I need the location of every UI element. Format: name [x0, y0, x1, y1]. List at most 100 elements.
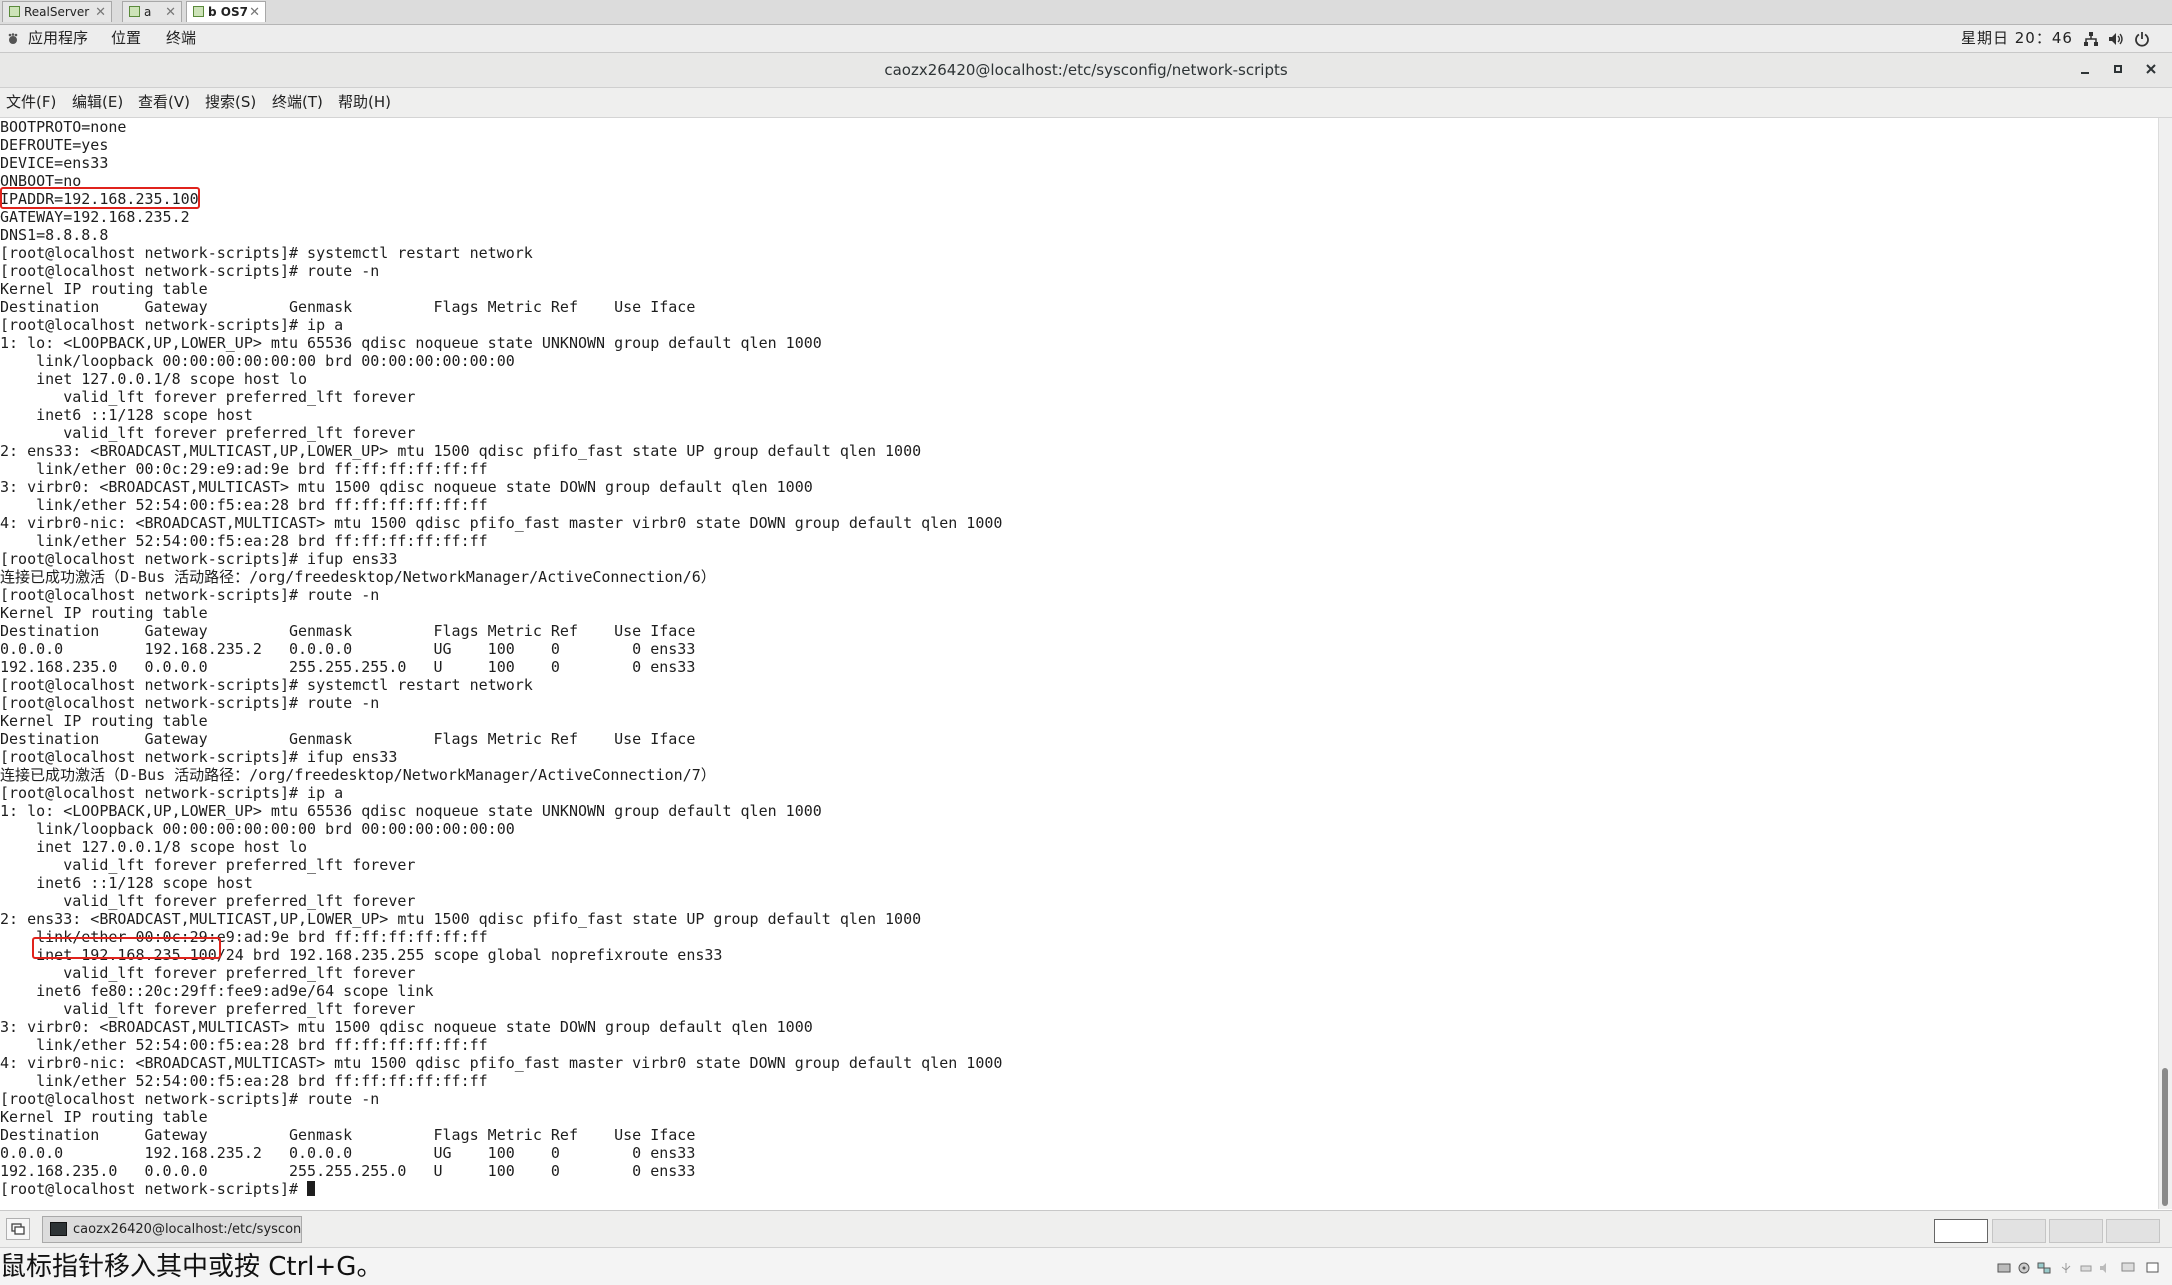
terminal-line: valid_lft forever preferred_lft forever	[0, 964, 416, 982]
terminal-line: Kernel IP routing table	[0, 280, 208, 298]
windows-icon	[11, 1223, 25, 1235]
applications-menu[interactable]: 应用程序	[28, 25, 88, 52]
vm-tab-bar: RealServer ✕ a ✕ b OS7 ✕	[0, 0, 2172, 25]
printer-icon[interactable]	[2079, 1262, 2093, 1274]
vm-tab-label: a	[144, 5, 152, 19]
workspace-2[interactable]	[1992, 1219, 2046, 1243]
close-icon[interactable]: ✕	[165, 2, 176, 22]
vm-icon	[9, 6, 20, 17]
terminal-icon	[50, 1222, 67, 1236]
taskbar-window-label: caozx26420@localhost:/etc/syscon…	[73, 1222, 302, 1237]
terminal-line: Destination Gateway Genmask Flags Metric…	[0, 298, 696, 316]
close-icon[interactable]: ✕	[95, 2, 106, 22]
terminal-line: BOOTPROTO=none	[0, 118, 127, 136]
volume-icon[interactable]	[2108, 31, 2124, 47]
terminal-line: [root@localhost network-scripts]# route …	[0, 694, 380, 712]
scrollbar-thumb[interactable]	[2162, 1068, 2168, 1206]
sound-card-icon[interactable]	[2099, 1262, 2113, 1274]
menu-edit[interactable]: 编辑(E)	[72, 88, 123, 117]
terminal-line: Destination Gateway Genmask Flags Metric…	[0, 622, 696, 640]
terminal-line: Destination Gateway Genmask Flags Metric…	[0, 1126, 696, 1144]
terminal-line: [root@localhost network-scripts]# system…	[0, 676, 533, 694]
menu-search[interactable]: 搜索(S)	[205, 88, 256, 117]
bottom-taskbar: caozx26420@localhost:/etc/syscon…	[0, 1210, 2172, 1247]
terminal-line: Kernel IP routing table	[0, 712, 208, 730]
hard-disk-icon[interactable]	[1997, 1262, 2011, 1274]
gnome-foot-icon	[8, 33, 18, 44]
terminal-line: Destination Gateway Genmask Flags Metric…	[0, 730, 696, 748]
terminal-line: DNS1=8.8.8.8	[0, 226, 109, 244]
terminal-line: valid_lft forever preferred_lft forever	[0, 388, 416, 406]
terminal-line: link/ether 52:54:00:f5:ea:28 brd ff:ff:f…	[0, 496, 488, 514]
vm-tab-a[interactable]: a ✕	[122, 1, 182, 22]
workspace-1[interactable]	[1934, 1219, 1988, 1243]
taskbar-terminal-window[interactable]: caozx26420@localhost:/etc/syscon…	[42, 1216, 302, 1243]
terminal-line: link/ether 00:0c:29:e9:ad:9e brd ff:ff:f…	[0, 460, 488, 478]
message-log-icon[interactable]	[2146, 1262, 2160, 1274]
terminal-line: 2: ens33: <BROADCAST,MULTICAST,UP,LOWER_…	[0, 442, 922, 460]
close-icon[interactable]	[2144, 62, 2158, 76]
show-desktop-button[interactable]	[6, 1218, 30, 1240]
terminal-line: link/ether 52:54:00:f5:ea:28 brd ff:ff:f…	[0, 532, 488, 550]
terminal-line: inet6 ::1/128 scope host	[0, 406, 253, 424]
terminal-line: [root@localhost network-scripts]# ip a	[0, 316, 344, 334]
terminal-line: [root@localhost network-scripts]# system…	[0, 244, 533, 262]
vm-tab-realserver[interactable]: RealServer ✕	[2, 1, 112, 22]
terminal-app-menu[interactable]: 终端	[166, 25, 196, 52]
terminal-line: inet6 ::1/128 scope host	[0, 874, 253, 892]
close-icon[interactable]: ✕	[249, 2, 260, 22]
menu-terminal[interactable]: 终端(T)	[272, 88, 323, 117]
terminal-line: inet 127.0.0.1/8 scope host lo	[0, 370, 308, 388]
vm-tab-label: RealServer	[24, 5, 90, 19]
terminal-line: 192.168.235.0 0.0.0.0 255.255.255.0 U 10…	[0, 658, 696, 676]
gnome-top-bar: 应用程序 位置 终端 星期日 20：46	[0, 25, 2172, 53]
terminal-line: 3: virbr0: <BROADCAST,MULTICAST> mtu 150…	[0, 478, 813, 496]
clock[interactable]: 星期日 20：46	[1961, 25, 2073, 52]
places-menu[interactable]: 位置	[111, 25, 141, 52]
terminal-line: 1: lo: <LOOPBACK,UP,LOWER_UP> mtu 65536 …	[0, 802, 822, 820]
terminal-line: [root@localhost network-scripts]# route …	[0, 262, 380, 280]
vm-icon	[129, 6, 140, 17]
menu-file[interactable]: 文件(F)	[6, 88, 56, 117]
vmware-status-bar: 鼠标指针移入其中或按 Ctrl+G。	[0, 1247, 2172, 1285]
window-title-bar[interactable]: caozx26420@localhost:/etc/sysconfig/netw…	[0, 53, 2172, 88]
terminal-line: [root@localhost network-scripts]# ifup e…	[0, 748, 398, 766]
terminal-line: [root@localhost network-scripts]# route …	[0, 1090, 380, 1108]
terminal-output[interactable]: BOOTPROTO=none DEFROUTE=yes DEVICE=ens33…	[0, 118, 2158, 1209]
terminal-line: valid_lft forever preferred_lft forever	[0, 892, 416, 910]
network-icon[interactable]	[2083, 31, 2099, 47]
workspace-3[interactable]	[2049, 1219, 2103, 1243]
display-icon[interactable]	[2121, 1262, 2135, 1274]
terminal-line: inet 127.0.0.1/8 scope host lo	[0, 838, 308, 856]
terminal-line: valid_lft forever preferred_lft forever	[0, 424, 416, 442]
terminal-line: [root@localhost network-scripts]# ifup e…	[0, 550, 398, 568]
vm-tab-label: b OS7	[208, 5, 248, 19]
power-icon[interactable]	[2134, 31, 2150, 47]
highlight-box-inet	[32, 937, 221, 959]
vm-icon	[193, 6, 204, 17]
terminal-line: DEVICE=ens33	[0, 154, 109, 172]
vm-tab-b-os7[interactable]: b OS7 ✕	[186, 1, 266, 22]
terminal-line: inet6 fe80::20c:29ff:fee9:ad9e/64 scope …	[0, 982, 434, 1000]
maximize-icon[interactable]	[2111, 62, 2125, 76]
terminal-line: Kernel IP routing table	[0, 604, 208, 622]
menu-help[interactable]: 帮助(H)	[338, 88, 391, 117]
terminal-cursor	[307, 1181, 316, 1196]
terminal-line: [root@localhost network-scripts]# route …	[0, 586, 380, 604]
minimize-icon[interactable]	[2078, 62, 2092, 76]
menu-view[interactable]: 查看(V)	[138, 88, 190, 117]
terminal-line: 1: lo: <LOOPBACK,UP,LOWER_UP> mtu 65536 …	[0, 334, 822, 352]
terminal-line: 0.0.0.0 192.168.235.2 0.0.0.0 UG 100 0 0…	[0, 1144, 696, 1162]
terminal-scrollbar[interactable]	[2158, 118, 2172, 1209]
terminal-line: link/loopback 00:00:00:00:00:00 brd 00:0…	[0, 352, 515, 370]
terminal-text: BOOTPROTO=none DEFROUTE=yes DEVICE=ens33…	[0, 118, 2158, 1198]
terminal-line: 2: ens33: <BROADCAST,MULTICAST,UP,LOWER_…	[0, 910, 922, 928]
status-message: 鼠标指针移入其中或按 Ctrl+G。	[0, 1252, 383, 1282]
usb-icon[interactable]	[2059, 1262, 2073, 1274]
terminal-line: DEFROUTE=yes	[0, 136, 109, 154]
cd-rom-icon[interactable]	[2017, 1262, 2031, 1274]
highlight-box-ipaddr	[0, 187, 200, 209]
network-adapter-icon[interactable]	[2037, 1262, 2051, 1274]
terminal-menu-bar: 文件(F) 编辑(E) 查看(V) 搜索(S) 终端(T) 帮助(H)	[0, 88, 2172, 118]
workspace-4[interactable]	[2106, 1219, 2160, 1243]
